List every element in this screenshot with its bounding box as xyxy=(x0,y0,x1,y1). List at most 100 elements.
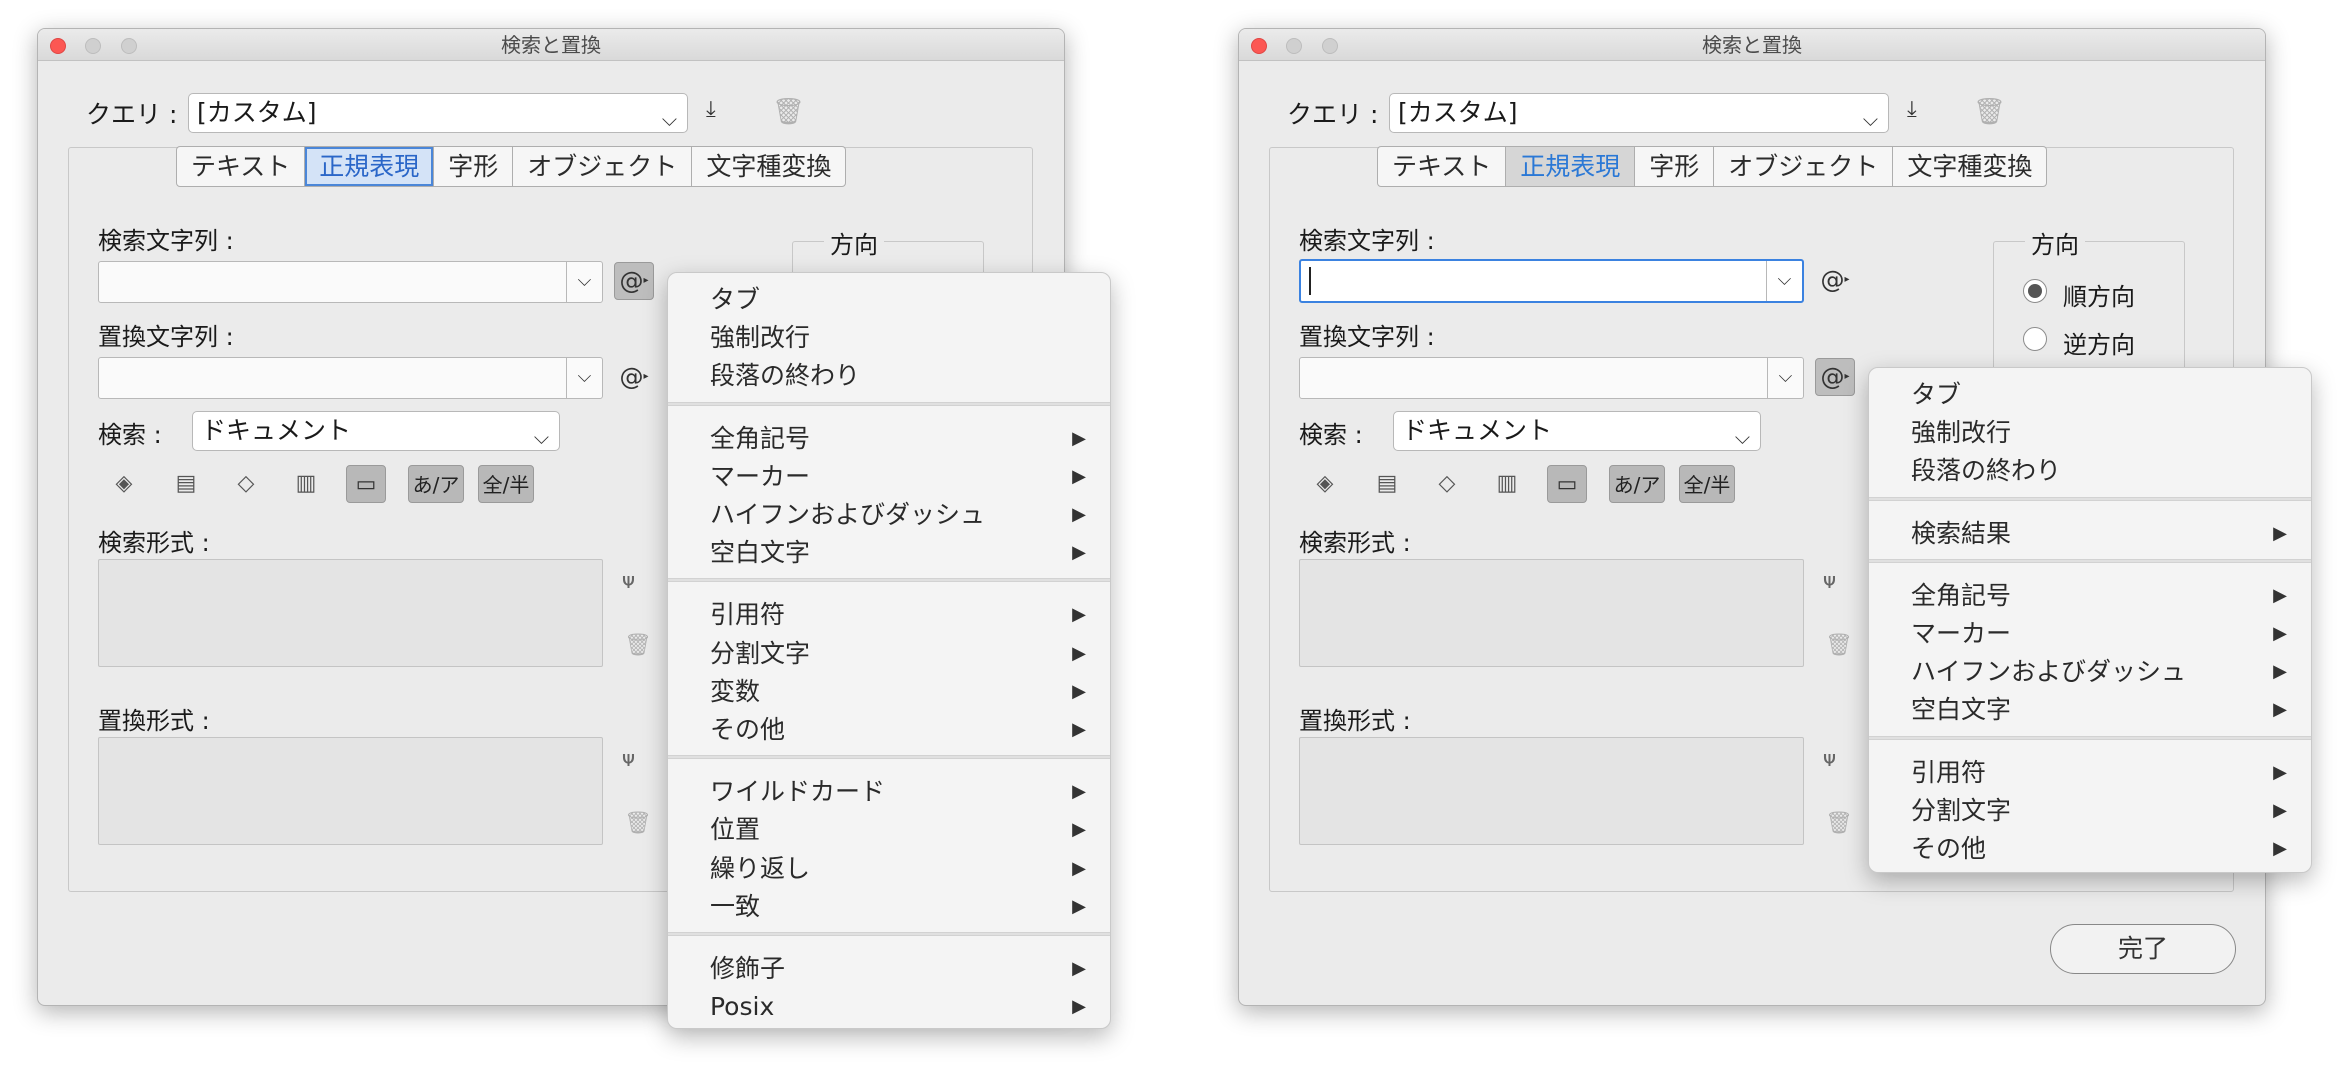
tab-object[interactable]: オブジェクト xyxy=(513,147,693,186)
replace-format-label: 置換形式 : xyxy=(1299,707,1411,735)
format-icon[interactable]: ᴪ xyxy=(1823,569,1836,594)
trash-icon[interactable]: 🗑 xyxy=(772,97,805,127)
special-chars-find-button[interactable]: @▸ xyxy=(614,262,654,300)
menu-item[interactable]: 強制改行 xyxy=(668,319,1110,357)
menu-item[interactable]: 空白文字 ▶ xyxy=(668,534,1110,572)
menu-item[interactable]: 強制改行 xyxy=(1869,414,2311,452)
menu-item[interactable]: 全角記号 ▶ xyxy=(1869,577,2311,615)
tab-object[interactable]: オブジェクト xyxy=(1714,147,1894,186)
locked-stories-icon[interactable]: ▤ xyxy=(1367,465,1407,503)
format-icon[interactable]: ᴪ xyxy=(622,569,635,594)
trash-icon[interactable]: 🗑 xyxy=(624,633,652,658)
layers-icon[interactable]: ◇ xyxy=(226,465,266,503)
menu-item[interactable]: 検索結果 ▶ xyxy=(1869,515,2311,553)
replace-history-dropdown[interactable]: ⌵ xyxy=(566,358,602,398)
direction-forward-radio[interactable] xyxy=(2023,279,2047,303)
menu-item[interactable]: 一致 ▶ xyxy=(668,888,1110,926)
zoom-button[interactable] xyxy=(1322,38,1338,54)
tab-glyph[interactable]: 字形 xyxy=(434,147,514,186)
special-chars-replace-button[interactable]: @▸ xyxy=(1815,358,1855,396)
locked-stories-icon[interactable]: ▤ xyxy=(166,465,206,503)
close-button[interactable] xyxy=(1251,38,1267,54)
menu-item[interactable]: 分割文字 ▶ xyxy=(668,635,1110,673)
replace-input[interactable]: ⌵ xyxy=(1299,357,1804,399)
menu-item[interactable]: 全角記号 ▶ xyxy=(668,420,1110,458)
master-pages-icon[interactable]: ▥ xyxy=(1487,465,1527,503)
find-label: 検索文字列 : xyxy=(98,227,234,255)
chevron-down-icon: ⌵ xyxy=(533,425,549,449)
tab-glyph[interactable]: 字形 xyxy=(1635,147,1715,186)
tab-text[interactable]: テキスト xyxy=(1378,147,1507,186)
footnotes-icon[interactable]: ▭ xyxy=(346,465,386,503)
query-select[interactable]: [カスタム] ⌵ xyxy=(1389,93,1889,133)
menu-item[interactable]: 引用符 ▶ xyxy=(668,596,1110,634)
kana-sensitive-toggle[interactable]: あ/ア xyxy=(1609,465,1665,503)
trash-icon[interactable]: 🗑 xyxy=(624,811,652,836)
special-chars-find-button[interactable]: @▸ xyxy=(1815,262,1855,300)
special-chars-replace-button[interactable]: @▸ xyxy=(614,359,654,397)
close-button[interactable] xyxy=(50,38,66,54)
zoom-button[interactable] xyxy=(121,38,137,54)
menu-item[interactable]: マーカー ▶ xyxy=(1869,615,2311,653)
submenu-arrow-icon: ▶ xyxy=(1072,542,1086,564)
width-sensitive-toggle[interactable]: 全/半 xyxy=(1679,465,1735,503)
tab-transliterate[interactable]: 文字種変換 xyxy=(692,147,845,186)
menu-item[interactable]: 段落の終わり xyxy=(1869,452,2311,490)
trash-icon[interactable]: 🗑 xyxy=(1825,633,1853,658)
menu-item[interactable]: ハイフンおよびダッシュ ▶ xyxy=(1869,653,2311,691)
format-icon[interactable]: ᴪ xyxy=(622,747,635,772)
menu-item[interactable]: 引用符 ▶ xyxy=(1869,754,2311,792)
download-icon[interactable]: ⤓ xyxy=(706,97,716,122)
menu-item[interactable]: ワイルドカード ▶ xyxy=(668,773,1110,811)
menu-item[interactable]: 段落の終わり xyxy=(668,357,1110,395)
tab-grep[interactable]: 正規表現 xyxy=(1506,147,1636,186)
menu-item[interactable]: その他 ▶ xyxy=(668,711,1110,749)
minimize-button[interactable] xyxy=(1286,38,1302,54)
direction-backward-radio[interactable] xyxy=(2023,327,2047,351)
find-input[interactable]: ⌵ xyxy=(98,261,603,303)
menu-item[interactable]: その他 ▶ xyxy=(1869,830,2311,868)
find-input[interactable]: ⌵ xyxy=(1299,259,1804,303)
menu-item[interactable]: マーカー ▶ xyxy=(668,458,1110,496)
menu-item[interactable]: 空白文字 ▶ xyxy=(1869,691,2311,729)
query-select[interactable]: [カスタム] ⌵ xyxy=(188,93,688,133)
submenu-arrow-icon: ▶ xyxy=(1072,427,1086,449)
locked-layers-icon[interactable]: ◈ xyxy=(104,465,144,503)
menu-item[interactable]: 変数 ▶ xyxy=(668,673,1110,711)
menu-item[interactable]: タブ xyxy=(1869,376,2311,414)
download-icon[interactable]: ⤓ xyxy=(1907,97,1917,122)
search-scope-select[interactable]: ドキュメント ⌵ xyxy=(1393,411,1761,451)
search-label: 検索 : xyxy=(1299,421,1363,449)
menu-item[interactable]: 繰り返し ▶ xyxy=(668,850,1110,888)
find-history-dropdown[interactable]: ⌵ xyxy=(1766,261,1802,301)
trash-icon[interactable]: 🗑 xyxy=(1825,811,1853,836)
locked-layers-icon[interactable]: ◈ xyxy=(1305,465,1345,503)
menu-item[interactable]: ハイフンおよびダッシュ ▶ xyxy=(668,496,1110,534)
format-icon[interactable]: ᴪ xyxy=(1823,747,1836,772)
master-pages-icon[interactable]: ▥ xyxy=(286,465,326,503)
menu-item[interactable]: Posix ▶ xyxy=(668,988,1110,1026)
replace-history-dropdown[interactable]: ⌵ xyxy=(1767,358,1803,398)
done-button[interactable]: 完了 xyxy=(2050,924,2236,974)
footnotes-icon[interactable]: ▭ xyxy=(1547,465,1587,503)
layers-icon[interactable]: ◇ xyxy=(1427,465,1467,503)
menu-item[interactable]: タブ xyxy=(668,281,1110,319)
menu-item-label: マーカー xyxy=(710,461,811,491)
find-history-dropdown[interactable]: ⌵ xyxy=(566,262,602,302)
search-scope-select[interactable]: ドキュメント ⌵ xyxy=(192,411,560,451)
search-scope-value: ドキュメント xyxy=(201,416,352,445)
menu-item[interactable]: 分割文字 ▶ xyxy=(1869,792,2311,830)
tab-text[interactable]: テキスト xyxy=(177,147,306,186)
menu-separator xyxy=(668,401,1110,406)
tab-grep[interactable]: 正規表現 xyxy=(305,147,435,186)
trash-icon[interactable]: 🗑 xyxy=(1973,97,2006,127)
width-sensitive-toggle[interactable]: 全/半 xyxy=(478,465,534,503)
minimize-button[interactable] xyxy=(85,38,101,54)
submenu-arrow-icon: ▶ xyxy=(1072,604,1086,626)
menu-item[interactable]: 位置 ▶ xyxy=(668,811,1110,849)
menu-item[interactable]: 修飾子 ▶ xyxy=(668,950,1110,988)
kana-sensitive-toggle[interactable]: あ/ア xyxy=(408,465,464,503)
tab-transliterate[interactable]: 文字種変換 xyxy=(1893,147,2046,186)
replace-input[interactable]: ⌵ xyxy=(98,357,603,399)
menu-item-label: 分割文字 xyxy=(710,638,811,668)
